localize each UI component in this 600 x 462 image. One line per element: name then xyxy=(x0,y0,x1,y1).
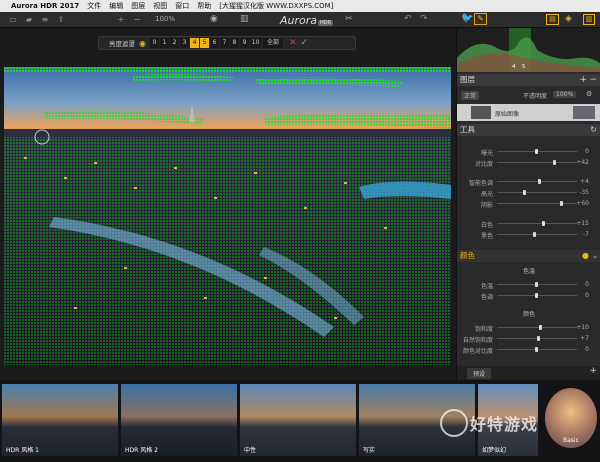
slider-blacks[interactable]: 黑色 -7 xyxy=(457,229,600,240)
preset-caption: HDR 风格 1 xyxy=(6,447,39,454)
luminosity-mask-bar: 亮度遮罩 ◉ 0 1 2 3 4 5 6 7 8 9 10 全部 ✕ ✓ xyxy=(98,36,356,50)
bird-icon[interactable]: 🐦 xyxy=(461,13,473,24)
menu-edit[interactable]: 编辑 xyxy=(109,1,123,11)
slider-temperature[interactable]: 色温 0 xyxy=(457,279,600,290)
add-preset-icon[interactable]: + xyxy=(589,366,597,376)
watermark-logo xyxy=(440,409,468,437)
color-title: 颜色 xyxy=(522,311,535,318)
color-header[interactable]: 颜色 ● ⌄ xyxy=(457,250,600,262)
mask-level-8[interactable]: 8 xyxy=(229,38,239,48)
zoom-in-icon[interactable]: + xyxy=(116,15,126,24)
slider-smart-tone[interactable]: 智能色调 +4 xyxy=(457,176,600,187)
cancel-icon[interactable]: ✕ xyxy=(289,38,297,48)
add-layer-icon[interactable]: + xyxy=(579,74,587,86)
preset-caption: 中性 xyxy=(244,447,257,454)
histogram: 4 5 xyxy=(457,28,600,72)
menu-help[interactable]: 帮助 xyxy=(197,1,211,11)
mask-level-1[interactable]: 1 xyxy=(159,38,169,48)
eye-icon[interactable]: ◉ xyxy=(210,14,218,24)
right-panel: 4 5 图层 + − 正常 不透明度 100% ⚙ 原始图像 工具 ↻ 曝光 0 … xyxy=(456,28,600,380)
tone-sliders: 曝光 0 对比度 +42 智能色调 +4 高光 -35 阴影 +60 白色 +15 黑色 -7 xyxy=(457,138,600,248)
chevron-down-icon[interactable]: ⌄ xyxy=(592,250,598,262)
preset-thumb[interactable]: 中性 xyxy=(240,384,356,456)
preset-caption: 写实 xyxy=(363,447,376,454)
menu-app-name[interactable]: Aurora HDR 2017 xyxy=(11,2,79,10)
sidebar-toggle-icon[interactable]: ▥ xyxy=(583,14,595,25)
mask-level-0[interactable]: 0 xyxy=(149,38,159,48)
layer-thumbnail xyxy=(471,106,491,119)
layer-row-original[interactable]: 原始图像 xyxy=(457,104,600,121)
menu-window[interactable]: 窗口 xyxy=(175,1,189,11)
menu-view[interactable]: 视图 xyxy=(153,1,167,11)
histogram-label-5: 5 xyxy=(522,64,526,70)
mask-level-5[interactable]: 5 xyxy=(199,38,209,48)
mask-all-button[interactable]: 全部 xyxy=(262,38,283,48)
watermark-text: 好特游戏 xyxy=(470,415,539,434)
opacity-label: 不透明度 xyxy=(523,93,548,100)
slider-saturation[interactable]: 饱和度 +10 xyxy=(457,322,600,333)
menu-bar: Aurora HDR 2017 文件 编辑 图层 视图 窗口 帮助 [大猩猩汉化… xyxy=(0,0,600,12)
slider-shadows[interactable]: 阴影 +60 xyxy=(457,198,600,209)
brush-icon[interactable]: ✎ xyxy=(474,13,487,25)
histogram-label-4: 4 xyxy=(512,64,516,70)
mask-level-10[interactable]: 10 xyxy=(249,38,261,48)
blend-mode-select[interactable]: 正常 xyxy=(461,91,480,100)
slider-vibrance[interactable]: 自然饱和度 +7 xyxy=(457,333,600,344)
undo-icon[interactable]: ↶ xyxy=(404,14,412,24)
app-logo: Aurora HDR xyxy=(280,14,334,27)
layer-name: 原始图像 xyxy=(495,111,520,118)
refresh-icon[interactable]: ↻ xyxy=(590,124,597,136)
compare-icon[interactable]: ▥ xyxy=(240,14,249,24)
slider-highlights[interactable]: 高光 -35 xyxy=(457,187,600,198)
layers-header: 图层 + − xyxy=(457,74,600,86)
menu-file[interactable]: 文件 xyxy=(87,1,101,11)
stack-icon[interactable]: ≡ xyxy=(40,15,50,24)
folder-icon[interactable]: ▰ xyxy=(24,15,34,24)
mask-level-3[interactable]: 3 xyxy=(179,38,189,48)
basic-preset-circle[interactable]: Basic xyxy=(545,388,597,448)
zoom-level[interactable]: 100% xyxy=(155,15,175,23)
tools-header: 工具 ↻ xyxy=(457,124,600,136)
mask-level-9[interactable]: 9 xyxy=(239,38,249,48)
crop-icon[interactable]: ✂ xyxy=(345,14,353,24)
layer-settings-icon[interactable]: ⚙ xyxy=(586,90,592,98)
open-file-icon[interactable]: ▭ xyxy=(8,15,18,24)
slider-contrast[interactable]: 对比度 +42 xyxy=(457,157,600,168)
basic-caption: Basic xyxy=(563,437,579,444)
color-dot-icon: ● xyxy=(582,251,589,260)
main-photo-canvas[interactable] xyxy=(4,67,451,365)
redo-icon[interactable]: ↷ xyxy=(420,14,428,24)
mask-level-7[interactable]: 7 xyxy=(219,38,229,48)
opacity-value[interactable]: 100% xyxy=(553,91,577,98)
preset-caption: 如梦似幻 xyxy=(482,447,507,454)
mask-level-6[interactable]: 6 xyxy=(209,38,219,48)
preset-caption: HDR 风格 2 xyxy=(125,447,158,454)
slider-tint[interactable]: 色调 0 xyxy=(457,290,600,301)
mask-label: 亮度遮罩 xyxy=(109,40,135,48)
window-title: [大猩猩汉化版 WWW.DXXPS.COM] xyxy=(219,2,334,10)
mask-level-4[interactable]: 4 xyxy=(189,38,199,48)
panel-toggle-icon[interactable]: ▤ xyxy=(546,14,559,25)
layers-icon[interactable]: ◈ xyxy=(565,14,572,24)
layer-mask-thumbnail xyxy=(573,106,595,119)
share-icon[interactable]: ⇪ xyxy=(56,15,66,24)
preset-thumb[interactable]: HDR 风格 2 xyxy=(121,384,237,456)
city-photo xyxy=(4,67,451,365)
presets-bar: 预设 + xyxy=(457,366,600,380)
confirm-icon[interactable]: ✓ xyxy=(301,38,309,48)
remove-layer-icon[interactable]: − xyxy=(589,74,597,86)
slider-whites[interactable]: 白色 +15 xyxy=(457,218,600,229)
presets-button[interactable]: 预设 xyxy=(467,368,492,379)
menu-layers[interactable]: 图层 xyxy=(131,1,145,11)
mask-eye-icon[interactable]: ◉ xyxy=(139,39,146,48)
temperature-title: 色温 xyxy=(522,268,535,275)
zoom-out-icon[interactable]: − xyxy=(132,15,142,24)
slider-color-contrast[interactable]: 颜色对比度 0 xyxy=(457,344,600,355)
layer-options: 正常 不透明度 100% ⚙ xyxy=(457,89,600,101)
mask-level-2[interactable]: 2 xyxy=(169,38,179,48)
slider-exposure[interactable]: 曝光 0 xyxy=(457,146,600,157)
preset-thumb[interactable]: HDR 风格 1 xyxy=(2,384,118,456)
